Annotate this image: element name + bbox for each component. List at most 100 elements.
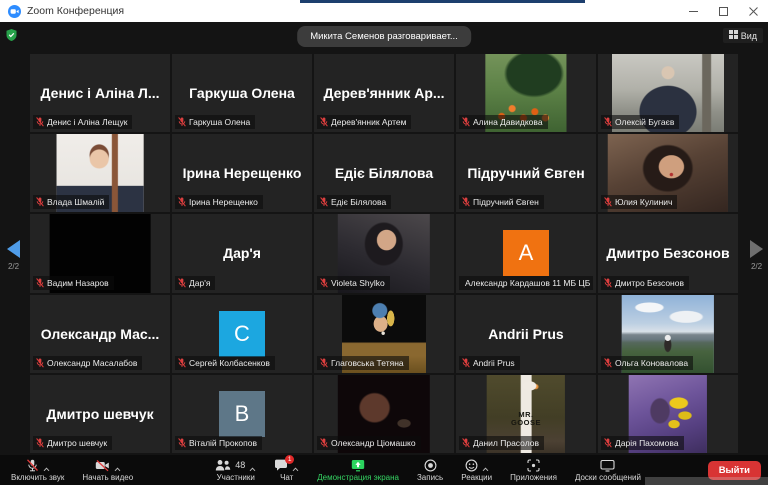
participant-tile[interactable]: Алина Давидкова bbox=[456, 54, 596, 132]
participant-name-label: Дарія Пахомова bbox=[601, 436, 684, 450]
participant-name-label: Дерев'янник Артем bbox=[317, 115, 411, 129]
participant-name-label: Александр Кардашов 11 МБ ЦБ bbox=[459, 276, 593, 290]
background-watermark-artifact bbox=[645, 477, 768, 485]
unmute-button[interactable]: Включить звук bbox=[2, 455, 73, 485]
titlebar: Zoom Конференция bbox=[0, 0, 768, 22]
participant-name-text: Ольга Коновалова bbox=[615, 358, 688, 368]
participant-tile[interactable]: Дмитро БезсоновДмитро Безсонов bbox=[598, 214, 738, 292]
participant-name-text: Юлия Кулинич bbox=[615, 197, 672, 207]
participant-name-label: Олександр Масалабов bbox=[33, 356, 142, 370]
participant-name-label: Юлия Кулинич bbox=[601, 195, 677, 209]
participants-button[interactable]: 48 Участники bbox=[206, 455, 265, 485]
reactions-button[interactable]: Реакции bbox=[452, 455, 501, 485]
close-button[interactable] bbox=[738, 0, 768, 22]
participant-avatar: B bbox=[219, 391, 265, 437]
chat-button[interactable]: 1 Чат bbox=[265, 455, 308, 485]
participant-tile[interactable]: Ірина НерещенкоІрина Нерещенко bbox=[172, 134, 312, 212]
participant-tile[interactable]: BВіталій Прокопов bbox=[172, 375, 312, 453]
participant-tile[interactable]: AАлександр Кардашов 11 МБ ЦБ bbox=[456, 214, 596, 292]
participant-name-text: Александр Кардашов 11 МБ ЦБ bbox=[465, 278, 590, 288]
participants-grid: Денис і Аліна Л...Денис і Аліна ЛещукГар… bbox=[30, 54, 738, 453]
participant-tile[interactable]: Підручний ЄвгенПідручний Євген bbox=[456, 134, 596, 212]
participants-button-label: Участники bbox=[217, 473, 255, 482]
muted-mic-icon bbox=[36, 117, 44, 127]
participant-name-label: Данил Прасолов bbox=[459, 436, 544, 450]
participant-tile[interactable]: Violeta Shylko bbox=[314, 214, 454, 292]
participant-name-label: Віталій Прокопов bbox=[175, 436, 262, 450]
muted-mic-icon bbox=[462, 358, 470, 368]
reactions-button-label: Реакции bbox=[461, 473, 492, 482]
zoom-logo-icon bbox=[8, 5, 21, 18]
muted-mic-icon bbox=[604, 278, 612, 288]
participant-name-text: Дерев'янник Артем bbox=[331, 117, 406, 127]
participant-name-label: Олексій Бугаєв bbox=[601, 115, 679, 129]
participant-tile[interactable]: Дмитро шевчукДмитро шевчук bbox=[30, 375, 170, 453]
participant-name-text: Вадим Назаров bbox=[47, 278, 109, 288]
participant-tile[interactable]: Ольга Коновалова bbox=[598, 295, 738, 373]
maximize-button[interactable] bbox=[708, 0, 738, 22]
muted-mic-icon bbox=[178, 358, 186, 368]
participant-tile[interactable]: Денис і Аліна Л...Денис і Аліна Лещук bbox=[30, 54, 170, 132]
participant-tile[interactable]: Дарія Пахомова bbox=[598, 375, 738, 453]
participant-name-text: Данил Прасолов bbox=[473, 438, 539, 448]
participant-tile[interactable]: Гаркуша ОленаГаркуша Олена bbox=[172, 54, 312, 132]
page-indicator: 2/2 bbox=[751, 262, 762, 271]
view-button[interactable]: Вид bbox=[723, 28, 763, 43]
muted-mic-icon bbox=[178, 438, 186, 448]
participant-name-label: Дмитро шевчук bbox=[33, 436, 112, 450]
participant-tile[interactable]: Глаговська Тетяна bbox=[314, 295, 454, 373]
participant-tile[interactable]: Дерев'янник Ар...Дерев'янник Артем bbox=[314, 54, 454, 132]
background-window-artifact bbox=[300, 0, 585, 3]
chevron-right-icon bbox=[750, 240, 763, 258]
record-button[interactable]: Запись bbox=[408, 455, 452, 485]
participant-tile[interactable]: MR. GOOSEДанил Прасолов bbox=[456, 375, 596, 453]
previous-page-button[interactable]: 2/2 bbox=[7, 240, 20, 271]
muted-mic-icon bbox=[36, 358, 44, 368]
window-title: Zoom Конференция bbox=[27, 5, 124, 17]
participant-tile[interactable]: Andrii PrusAndrii Prus bbox=[456, 295, 596, 373]
participant-name-text: Алина Давидкова bbox=[473, 117, 543, 127]
participant-tile[interactable]: Вадим Назаров bbox=[30, 214, 170, 292]
muted-mic-icon bbox=[320, 278, 328, 288]
participant-name-text: Дмитро Безсонов bbox=[615, 278, 684, 288]
muted-mic-icon bbox=[36, 438, 44, 448]
chat-icon: 1 bbox=[274, 459, 288, 477]
participant-tile[interactable]: Влада Шмалій bbox=[30, 134, 170, 212]
participant-tile[interactable]: Олексій Бугаєв bbox=[598, 54, 738, 132]
muted-mic-icon bbox=[604, 358, 612, 368]
whiteboards-button[interactable]: Доски сообщений bbox=[566, 455, 650, 485]
participant-name-label: Сергей Колбасенков bbox=[175, 356, 275, 370]
participant-tile[interactable]: Едіє БіляловаЕдіє Білялова bbox=[314, 134, 454, 212]
apps-button[interactable]: Приложения bbox=[501, 455, 566, 485]
record-button-label: Запись bbox=[417, 473, 443, 482]
muted-mic-icon bbox=[36, 197, 44, 207]
active-speaker-notification: Микита Семенов разговаривает... bbox=[297, 26, 471, 47]
participant-tile[interactable]: Дар'яДар'я bbox=[172, 214, 312, 292]
participant-name-text: Влада Шмалій bbox=[47, 197, 104, 207]
minimize-button[interactable] bbox=[678, 0, 708, 22]
muted-mic-icon bbox=[36, 278, 44, 288]
start-video-button-label: Начать видео bbox=[82, 473, 133, 482]
participant-name-text: Дмитро шевчук bbox=[47, 438, 107, 448]
start-video-button[interactable]: Начать видео bbox=[73, 455, 142, 485]
muted-mic-icon bbox=[320, 358, 328, 368]
share-screen-button[interactable]: Демонстрация экрана bbox=[308, 455, 408, 485]
participant-tile[interactable]: CСергей Колбасенков bbox=[172, 295, 312, 373]
security-shield-icon[interactable] bbox=[6, 28, 17, 46]
meeting-area: Микита Семенов разговаривает... Вид Дени… bbox=[0, 22, 768, 455]
muted-mic-icon bbox=[462, 438, 470, 448]
participant-name-text: Andrii Prus bbox=[473, 358, 515, 368]
muted-mic-icon bbox=[462, 117, 470, 127]
page-indicator: 2/2 bbox=[8, 262, 19, 271]
participant-tile[interactable]: Олександр Ціомашко bbox=[314, 375, 454, 453]
muted-mic-icon bbox=[320, 197, 328, 207]
next-page-button[interactable]: 2/2 bbox=[750, 240, 763, 271]
chat-unread-badge: 1 bbox=[285, 455, 294, 464]
participant-tile[interactable]: Юлия Кулинич bbox=[598, 134, 738, 212]
muted-mic-icon bbox=[178, 117, 186, 127]
participant-name-text: Ірина Нерещенко bbox=[189, 197, 258, 207]
meeting-toolbar: Включить звук Начать видео bbox=[0, 455, 768, 485]
muted-mic-icon bbox=[604, 117, 612, 127]
muted-mic-icon bbox=[178, 197, 186, 207]
participant-tile[interactable]: Олександр Мас...Олександр Масалабов bbox=[30, 295, 170, 373]
